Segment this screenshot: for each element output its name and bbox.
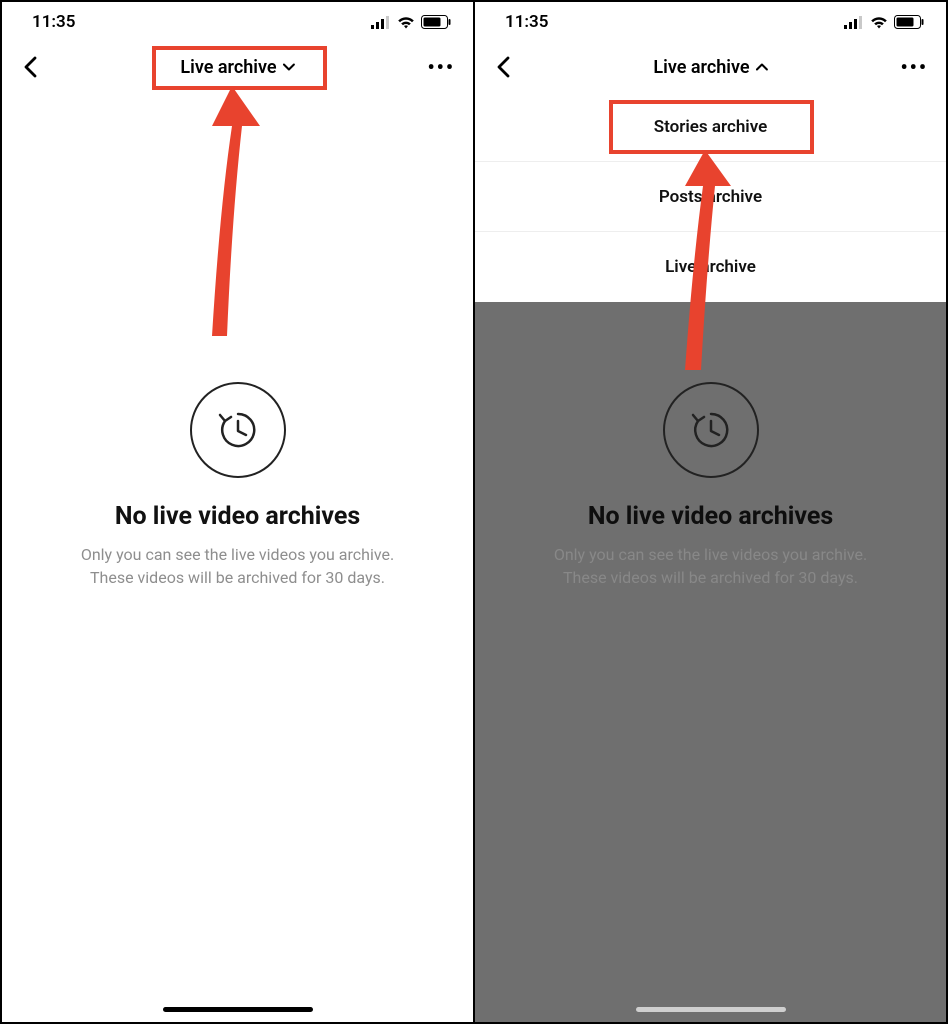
archive-title-dropdown[interactable]: Live archive (168, 51, 306, 84)
archive-clock-icon (190, 382, 286, 478)
status-indicators (371, 15, 451, 29)
dropdown-item-posts-archive[interactable]: Posts archive (475, 162, 946, 232)
back-button[interactable] (489, 53, 517, 81)
empty-state-title: No live video archives (115, 502, 360, 531)
dropdown-item-live-archive[interactable]: Live archive (475, 232, 946, 302)
archive-title-dropdown[interactable]: Live archive (641, 51, 779, 84)
nav-header: Live archive ••• (2, 42, 473, 92)
dropdown-item-stories-archive[interactable]: Stories archive (475, 92, 946, 162)
empty-state-title: No live video archives (588, 502, 833, 531)
status-bar: 11:35 (2, 2, 473, 42)
wifi-icon (397, 16, 415, 29)
annotation-arrow (152, 86, 272, 336)
more-options-button[interactable]: ••• (896, 55, 932, 79)
chevron-left-icon (496, 56, 510, 78)
empty-state: No live video archives Only you can see … (2, 382, 473, 589)
nav-header: Live archive ••• (475, 42, 946, 92)
chevron-up-icon (756, 61, 768, 73)
wifi-icon (870, 16, 888, 29)
more-options-button[interactable]: ••• (423, 55, 459, 79)
back-button[interactable] (16, 53, 44, 81)
status-bar: 11:35 (475, 2, 946, 42)
home-indicator[interactable] (636, 1007, 786, 1012)
cellular-signal-icon (844, 16, 864, 29)
status-time: 11:35 (505, 12, 548, 32)
cellular-signal-icon (371, 16, 391, 29)
empty-state-subtitle: Only you can see the live videos you arc… (81, 543, 394, 589)
status-time: 11:35 (32, 12, 75, 32)
archive-title-label: Live archive (180, 57, 276, 78)
archive-clock-icon (663, 382, 759, 478)
empty-state: No live video archives Only you can see … (475, 382, 946, 589)
chevron-down-icon (283, 61, 295, 73)
home-indicator[interactable] (163, 1007, 313, 1012)
empty-state-subtitle: Only you can see the live videos you arc… (554, 543, 867, 589)
phone-screen-left: 11:35 Live archive ••• (2, 2, 473, 1022)
phone-screen-right: 11:35 Live archive ••• Stories archive P… (473, 2, 946, 1022)
archive-title-label: Live archive (653, 57, 749, 78)
status-indicators (844, 15, 924, 29)
battery-icon (894, 15, 924, 29)
chevron-left-icon (23, 56, 37, 78)
battery-icon (421, 15, 451, 29)
archive-dropdown-menu: Stories archive Posts archive Live archi… (475, 92, 946, 302)
